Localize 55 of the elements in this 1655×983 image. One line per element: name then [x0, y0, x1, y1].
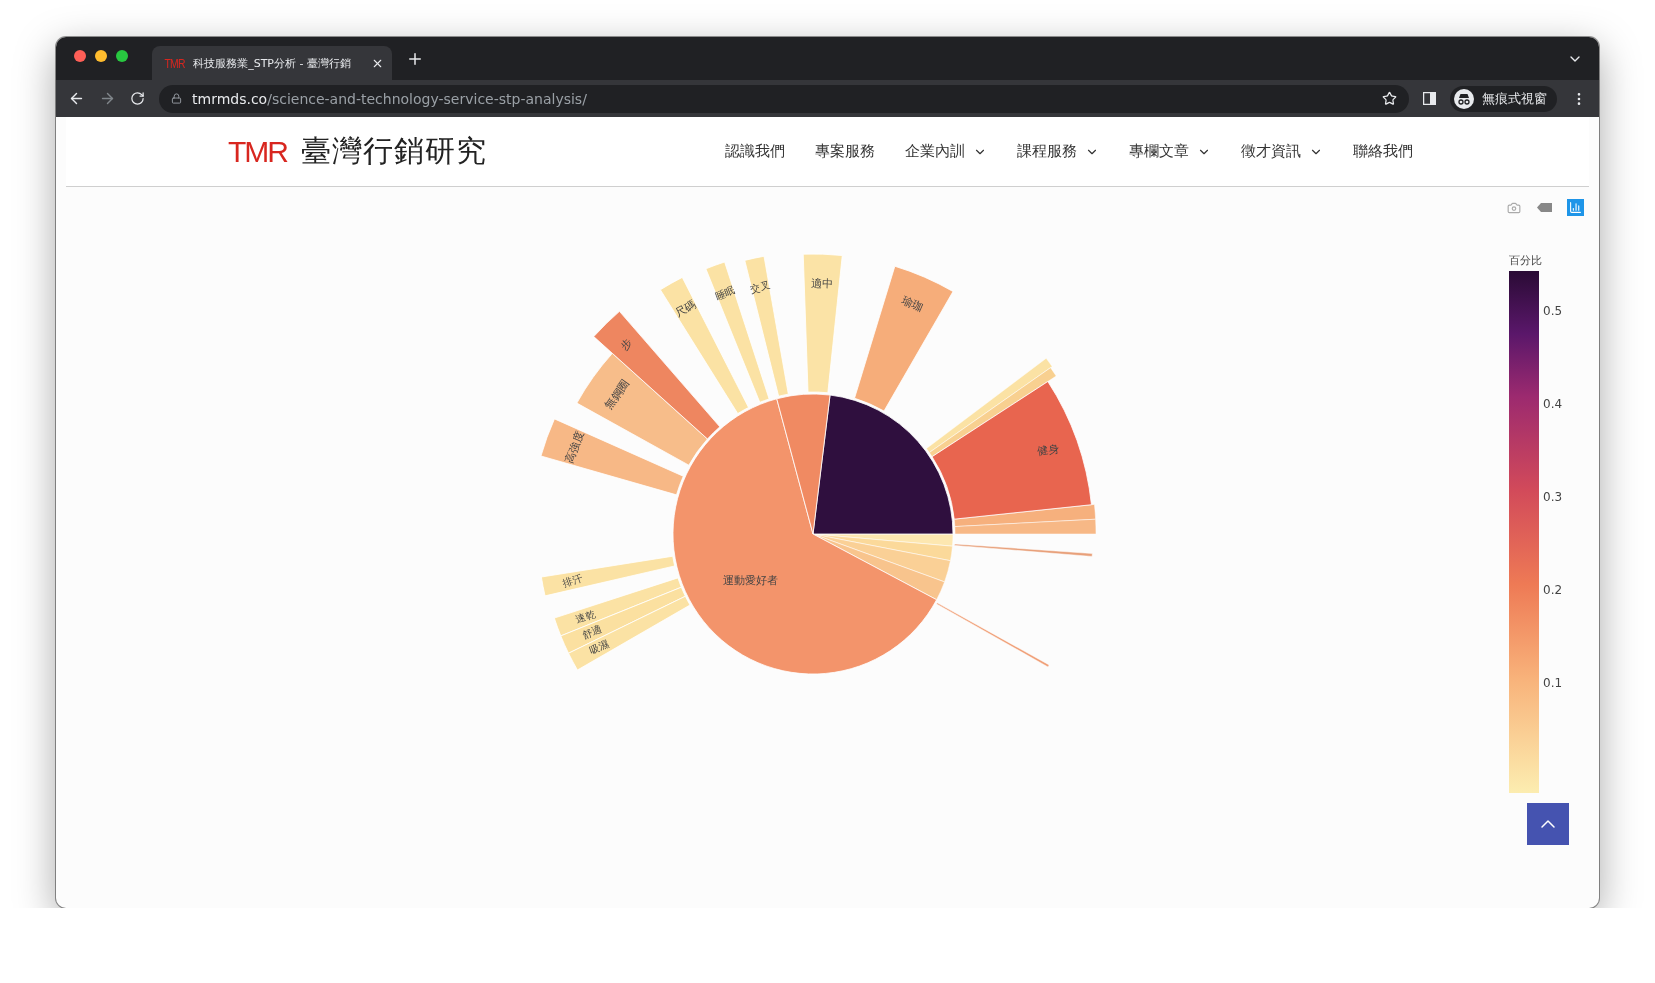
wedge-label: 適中 — [810, 276, 833, 291]
chart-wedge[interactable] — [931, 381, 1092, 520]
logo-mark: TMR — [228, 136, 287, 167]
wedge-label: 尺碼 — [672, 297, 699, 321]
colorbar-tick: 0.2 — [1543, 583, 1563, 597]
chart-wedge[interactable] — [812, 394, 954, 535]
maximize-window-button[interactable] — [116, 49, 128, 62]
reload-icon[interactable] — [130, 91, 145, 106]
url-path: /science-and-technology-service-stp-analysis/ — [267, 90, 587, 107]
camera-icon — [1506, 200, 1521, 215]
wedge-label: 步 — [618, 336, 636, 354]
wedge-label: 排汗 — [561, 571, 584, 589]
nav-link[interactable]: 徵才資訊 — [1241, 142, 1323, 161]
back-to-top-button[interactable] — [1527, 803, 1569, 845]
nav-link[interactable]: 專欄文章 — [1129, 142, 1211, 161]
close-window-button[interactable] — [74, 49, 86, 62]
logo-text: 臺灣行銷研究 — [301, 132, 487, 170]
nav-link[interactable]: 專案服務 — [815, 142, 875, 161]
minimize-window-button[interactable] — [95, 49, 107, 62]
chart-tool-button[interactable] — [1567, 199, 1584, 216]
tab-title: 科技服務業_STP分析 - 臺灣行銷 — [193, 55, 352, 71]
tag-icon — [1537, 203, 1552, 212]
wedge-label: 高強度 — [563, 429, 587, 466]
url-host: tmrmds.co — [192, 90, 268, 107]
incognito-icon — [1454, 88, 1474, 109]
colorbar-tick: 0.4 — [1543, 397, 1563, 411]
chart-wedge[interactable] — [672, 398, 937, 675]
url-field[interactable]: tmrmds.co/science-and-technology-service-stp-analysis/ — [159, 84, 1409, 113]
wedge-label: 運動愛好者 — [723, 574, 779, 588]
side-panel-icon[interactable] — [1423, 92, 1436, 105]
wedge-label: 速乾 — [574, 607, 597, 625]
wedge-label: 健身 — [1036, 441, 1061, 459]
back-icon[interactable] — [68, 90, 85, 107]
wedge-label: 睡眠 — [714, 284, 737, 302]
nav-link[interactable]: 課程服務 — [1017, 142, 1099, 161]
nav-link[interactable]: 企業內訓 — [905, 142, 987, 161]
favicon: TMR — [164, 55, 185, 71]
browser-tab[interactable]: TMR 科技服務業_STP分析 - 臺灣行銷 — [152, 46, 392, 80]
incognito-profile-button[interactable]: 無痕式視窗 — [1450, 85, 1557, 112]
wedge-label: 舒適 — [580, 623, 604, 641]
colorbar-tick: 0.3 — [1543, 490, 1563, 504]
colorbar-tick: 0.5 — [1543, 304, 1563, 318]
bar-chart-icon — [1569, 201, 1582, 214]
nav-link[interactable]: 聯絡我們 — [1353, 142, 1413, 161]
wedge-label: 吸濕 — [587, 638, 611, 656]
wedge-label: 無鋼圈 — [602, 377, 633, 412]
wedge-label: 瑜珈 — [900, 293, 926, 315]
chart-wedge[interactable] — [776, 393, 831, 535]
forward-icon[interactable] — [99, 90, 116, 107]
colorbar-tick: 0.1 — [1543, 676, 1563, 690]
colorbar-title: 百分比 — [1509, 253, 1543, 268]
nav-link[interactable]: 認識我們 — [725, 142, 785, 161]
star-icon[interactable] — [1382, 91, 1397, 106]
wedge-label: 交叉 — [749, 279, 772, 295]
lock-icon — [171, 93, 182, 104]
